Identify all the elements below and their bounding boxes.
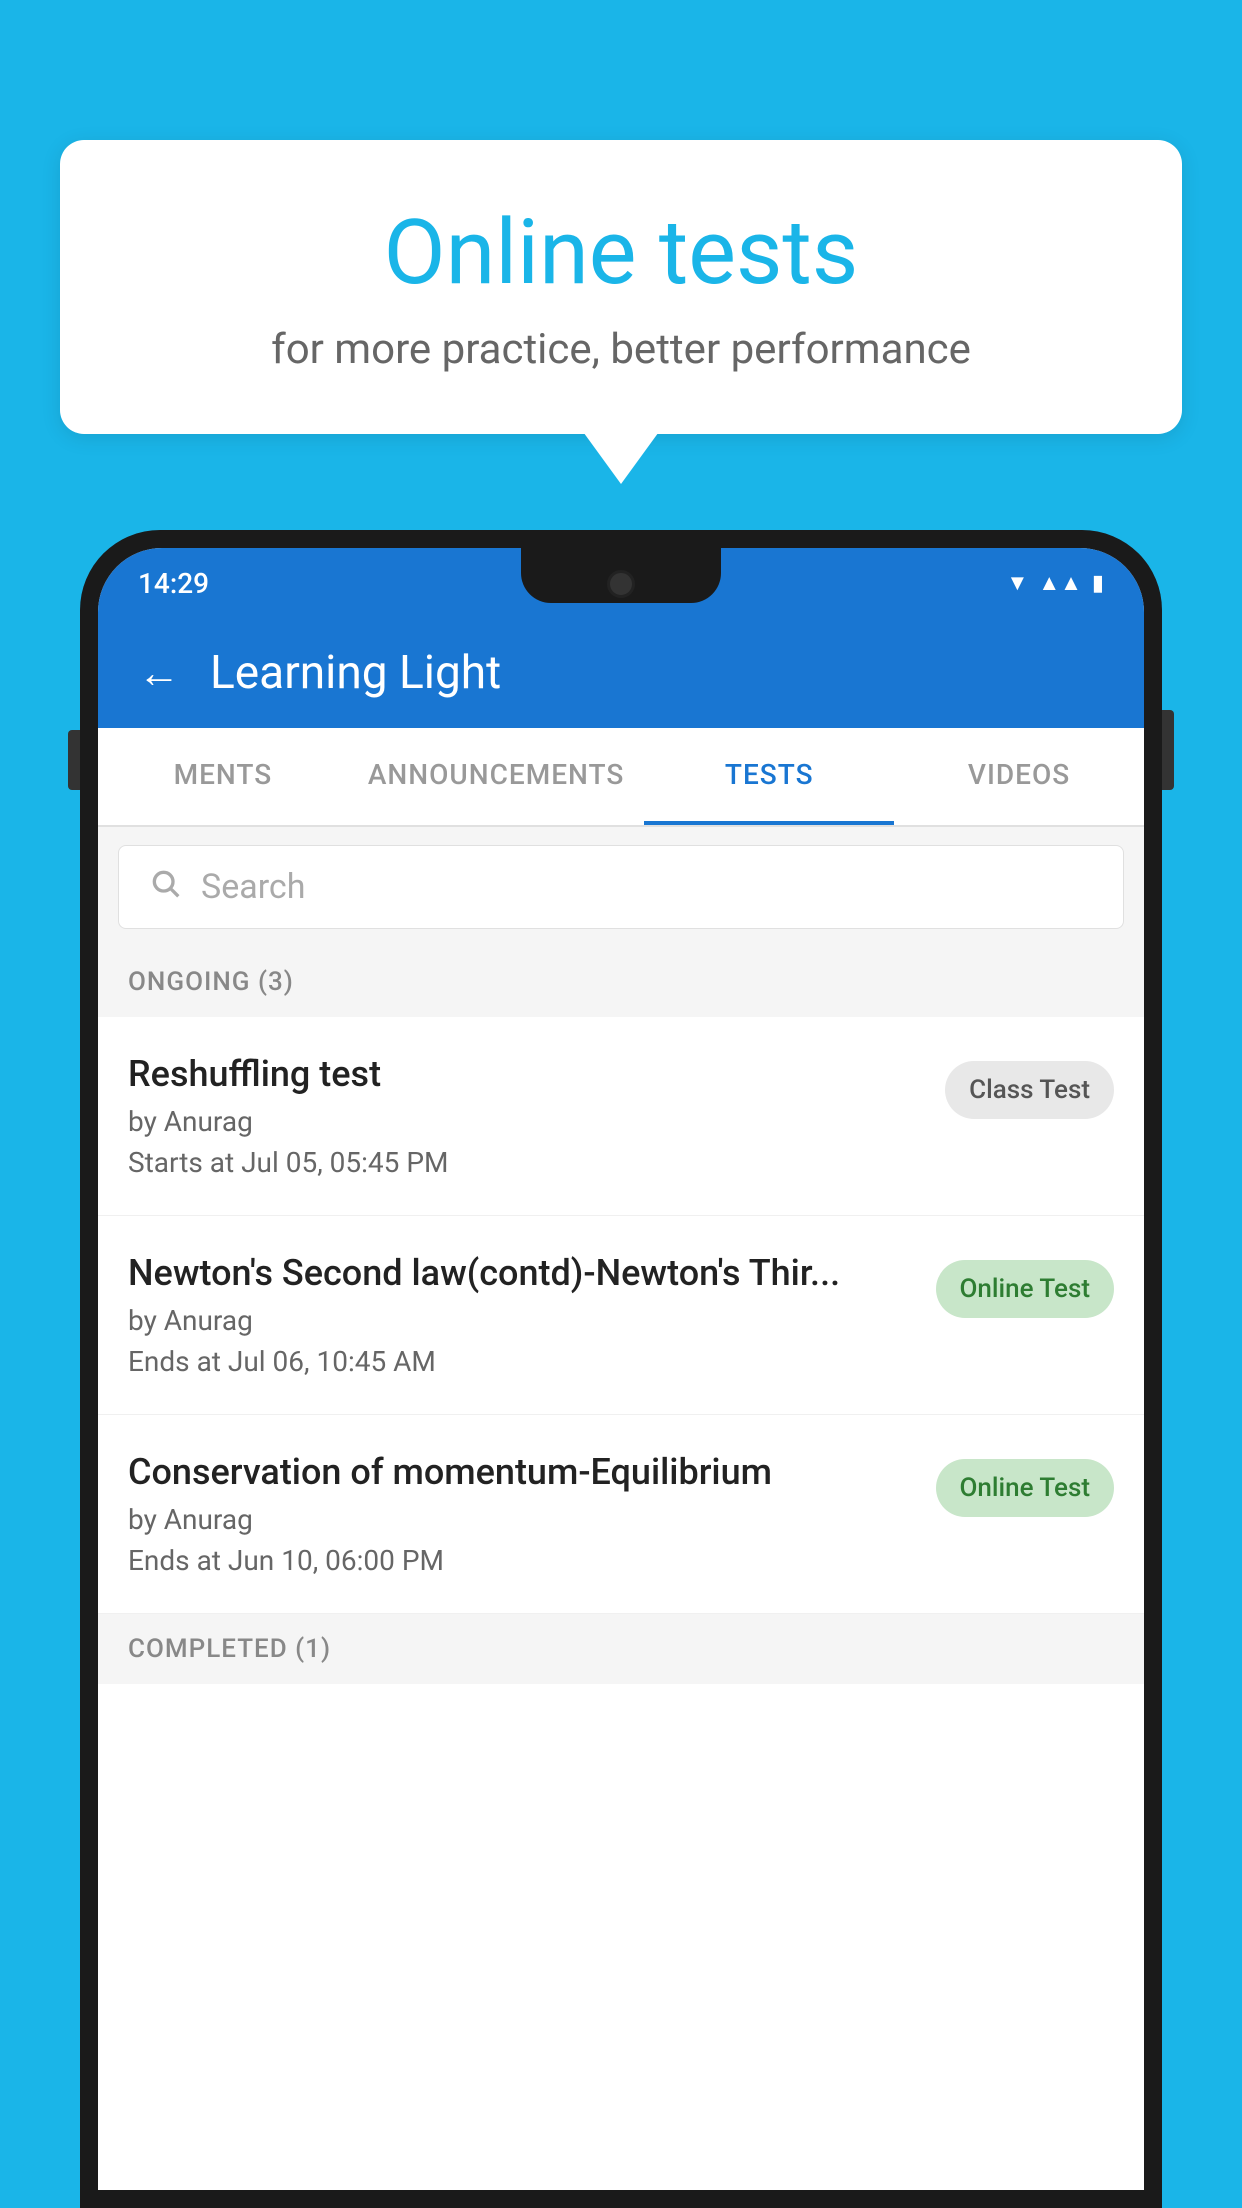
ongoing-section-header: ONGOING (3) (98, 947, 1144, 1017)
tab-announcements[interactable]: ANNOUNCEMENTS (348, 728, 644, 825)
test-info: Reshuffling test by Anurag Starts at Jul… (128, 1053, 945, 1179)
test-item[interactable]: Reshuffling test by Anurag Starts at Jul… (98, 1017, 1144, 1216)
test-time: Ends at Jun 10, 06:00 PM (128, 1544, 916, 1577)
search-bar[interactable]: Search (118, 845, 1124, 929)
test-badge-online: Online Test (936, 1459, 1115, 1517)
bubble-title: Online tests (140, 200, 1102, 305)
test-time: Starts at Jul 05, 05:45 PM (128, 1146, 925, 1179)
search-placeholder: Search (201, 867, 305, 907)
battery-icon: ▮ (1092, 571, 1104, 596)
completed-title: COMPLETED (1) (128, 1634, 331, 1664)
status-time: 14:29 (138, 567, 209, 600)
back-button[interactable]: ← (138, 649, 180, 698)
test-time: Ends at Jul 06, 10:45 AM (128, 1345, 916, 1378)
phone-container: 14:29 ▼ ▲▲ ▮ ← Learning Light MENTS ANNO… (80, 530, 1162, 2208)
ongoing-title: ONGOING (3) (128, 967, 294, 997)
search-container: Search (98, 827, 1144, 947)
app-bar: ← Learning Light (98, 618, 1144, 728)
tabs-container: MENTS ANNOUNCEMENTS TESTS VIDEOS (98, 728, 1144, 827)
test-item[interactable]: Conservation of momentum-Equilibrium by … (98, 1415, 1144, 1614)
status-icons: ▼ ▲▲ ▮ (1007, 570, 1104, 596)
app-title: Learning Light (210, 646, 501, 700)
test-author: by Anurag (128, 1105, 925, 1138)
test-info: Newton's Second law(contd)-Newton's Thir… (128, 1252, 936, 1378)
test-author: by Anurag (128, 1503, 916, 1536)
wifi-icon: ▼ (1007, 570, 1029, 596)
completed-section-header: COMPLETED (1) (98, 1614, 1144, 1684)
tab-ments[interactable]: MENTS (98, 728, 348, 825)
tab-tests[interactable]: TESTS (644, 728, 894, 825)
phone-screen: 14:29 ▼ ▲▲ ▮ ← Learning Light MENTS ANNO… (98, 548, 1144, 2190)
test-item[interactable]: Newton's Second law(contd)-Newton's Thir… (98, 1216, 1144, 1415)
search-icon (149, 866, 181, 908)
phone-camera (607, 570, 635, 598)
speech-bubble: Online tests for more practice, better p… (60, 140, 1182, 434)
test-name: Reshuffling test (128, 1053, 925, 1095)
phone-outer: 14:29 ▼ ▲▲ ▮ ← Learning Light MENTS ANNO… (80, 530, 1162, 2208)
test-name: Conservation of momentum-Equilibrium (128, 1451, 916, 1493)
test-badge-class: Class Test (945, 1061, 1114, 1119)
phone-side-button-right (1162, 710, 1174, 790)
tab-videos[interactable]: VIDEOS (894, 728, 1144, 825)
test-badge-online: Online Test (936, 1260, 1115, 1318)
tests-list: Reshuffling test by Anurag Starts at Jul… (98, 1017, 1144, 2190)
test-name: Newton's Second law(contd)-Newton's Thir… (128, 1252, 916, 1294)
test-author: by Anurag (128, 1304, 916, 1337)
phone-notch (521, 548, 721, 603)
test-info: Conservation of momentum-Equilibrium by … (128, 1451, 936, 1577)
signal-icon: ▲▲ (1038, 570, 1082, 596)
bubble-subtitle: for more practice, better performance (140, 325, 1102, 374)
phone-side-button-left (68, 730, 80, 790)
speech-bubble-container: Online tests for more practice, better p… (60, 140, 1182, 434)
